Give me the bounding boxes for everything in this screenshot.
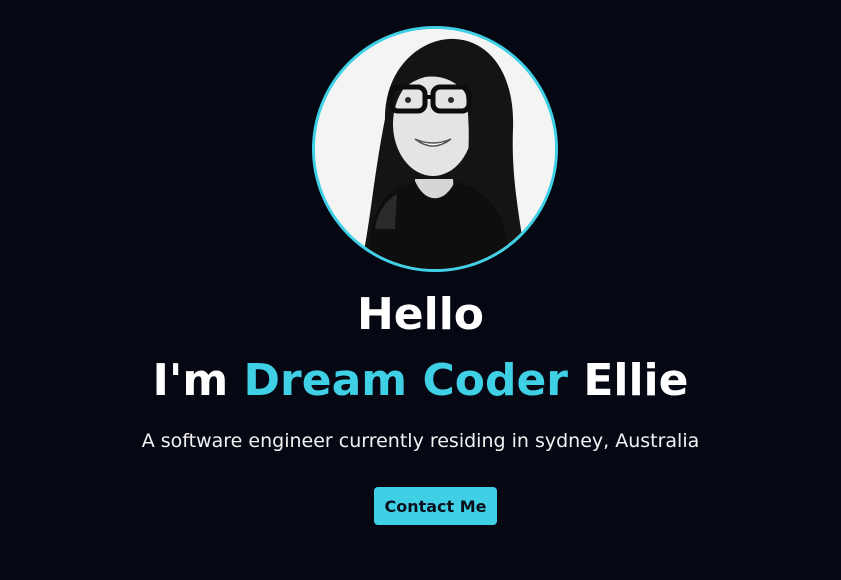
intro-suffix: Ellie (568, 355, 689, 406)
avatar (312, 26, 558, 272)
hero-description: A software engineer currently residing i… (141, 430, 700, 452)
intro-prefix: I'm (152, 355, 244, 406)
greeting-heading: Hello (356, 289, 485, 340)
intro-heading: I'm Dream Coder Ellie (0, 352, 841, 410)
profile-photo (315, 29, 555, 269)
hero-section: Hello I'm Dream Coder Ellie A software e… (0, 0, 841, 580)
contact-me-button[interactable]: Contact Me (374, 487, 497, 525)
intro-highlight: Dream Coder (243, 355, 569, 406)
